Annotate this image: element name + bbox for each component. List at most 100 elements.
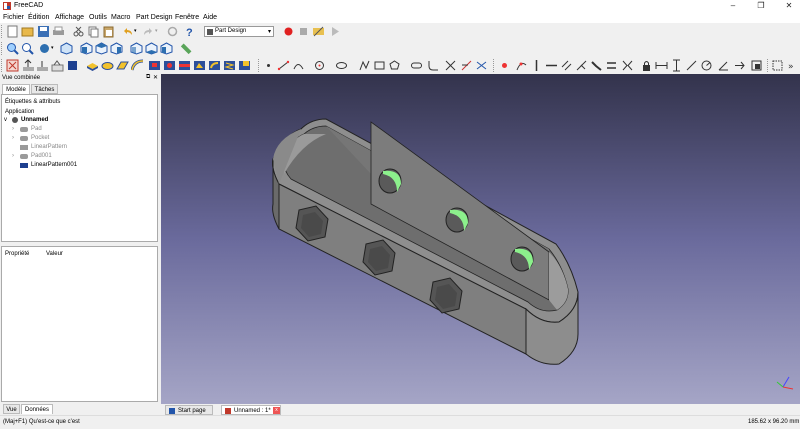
tab-modele[interactable]: Modèle bbox=[2, 84, 30, 94]
tab-vue[interactable]: Vue bbox=[3, 404, 20, 414]
menu-outils[interactable]: Outils bbox=[89, 14, 107, 21]
view-rear-icon[interactable] bbox=[130, 42, 143, 55]
create-sketch-icon[interactable] bbox=[22, 59, 35, 72]
view-left-icon[interactable] bbox=[160, 42, 173, 55]
sketch-rectangle-icon[interactable] bbox=[373, 59, 386, 72]
undo-dropdown-icon[interactable]: ▾ bbox=[134, 28, 137, 34]
tree-item-pad[interactable]: Pad bbox=[31, 126, 42, 132]
draw-style-dropdown-icon[interactable]: ▾ bbox=[51, 45, 54, 51]
expand-arrow-icon[interactable]: v bbox=[4, 117, 7, 123]
view-front-icon[interactable] bbox=[80, 42, 93, 55]
sketch-carbon-copy-icon[interactable] bbox=[475, 59, 488, 72]
record-macro-icon[interactable] bbox=[282, 25, 295, 38]
minimize-button[interactable]: – bbox=[722, 0, 744, 12]
tab-start-page[interactable]: Start page bbox=[165, 405, 213, 415]
open-folder-icon[interactable] bbox=[21, 25, 34, 38]
sketch-arc-icon[interactable] bbox=[292, 59, 305, 72]
menu-fenetre[interactable]: Fenêtre bbox=[175, 14, 199, 21]
constraint-parallel-icon[interactable] bbox=[560, 59, 573, 72]
sketch-view-section-icon[interactable] bbox=[750, 59, 763, 72]
float-panel-icon[interactable]: ⧉ bbox=[146, 74, 150, 81]
constraint-coincident-icon[interactable] bbox=[498, 59, 511, 72]
refresh-icon[interactable] bbox=[166, 25, 179, 38]
maximize-button[interactable]: ❐ bbox=[750, 0, 772, 12]
pad-icon[interactable] bbox=[86, 59, 99, 72]
constraint-distance-icon[interactable] bbox=[685, 59, 698, 72]
toolbar-grip[interactable] bbox=[493, 59, 495, 72]
menu-fichier[interactable]: Fichier bbox=[3, 14, 24, 21]
map-sketch-icon[interactable] bbox=[51, 59, 64, 72]
validate-sketch-icon[interactable] bbox=[36, 59, 49, 72]
constraint-equal-icon[interactable] bbox=[605, 59, 618, 72]
toolbar-grip[interactable] bbox=[1, 59, 3, 72]
view-top-icon[interactable] bbox=[95, 42, 108, 55]
constraint-point-on-object-icon[interactable] bbox=[515, 59, 528, 72]
fit-all-icon[interactable] bbox=[6, 42, 19, 55]
toolbar-more-icon[interactable]: » bbox=[786, 59, 799, 72]
whats-this-icon[interactable]: ? bbox=[184, 25, 197, 38]
stop-macro-icon[interactable] bbox=[297, 25, 310, 38]
sketch-circle-icon[interactable] bbox=[313, 59, 326, 72]
constraint-vertical-icon[interactable] bbox=[530, 59, 543, 72]
menu-edition[interactable]: Édition bbox=[28, 14, 49, 21]
sketch-conic-icon[interactable] bbox=[335, 59, 348, 72]
draw-style-icon[interactable] bbox=[38, 42, 51, 55]
menu-aide[interactable]: Aide bbox=[203, 14, 217, 21]
tree-item-pocket[interactable]: Pocket bbox=[31, 135, 49, 141]
view-bottom-icon[interactable] bbox=[145, 42, 158, 55]
subtractive-helix-icon[interactable] bbox=[223, 59, 236, 72]
toolbar-grip[interactable] bbox=[1, 42, 3, 55]
view-right-icon[interactable] bbox=[110, 42, 123, 55]
run-macro-icon[interactable] bbox=[328, 25, 341, 38]
create-body-icon[interactable] bbox=[6, 59, 19, 72]
hole-highlight[interactable] bbox=[510, 246, 534, 272]
close-panel-icon[interactable]: ✕ bbox=[153, 74, 158, 81]
menu-part-design[interactable]: Part Design bbox=[136, 14, 173, 21]
menu-macro[interactable]: Macro bbox=[111, 14, 130, 21]
hole-highlight[interactable] bbox=[378, 168, 402, 194]
3d-viewport[interactable] bbox=[161, 74, 800, 404]
tree-item-linear-pattern001[interactable]: LinearPattern001 bbox=[31, 162, 77, 168]
collapse-arrow-icon[interactable]: › bbox=[12, 126, 14, 132]
undo-icon[interactable] bbox=[121, 25, 134, 38]
hole-highlight[interactable] bbox=[445, 207, 469, 233]
sketch-fillet-icon[interactable] bbox=[427, 59, 440, 72]
close-button[interactable]: ✕ bbox=[778, 0, 800, 12]
tree-item-document[interactable]: Unnamed bbox=[21, 117, 48, 123]
sketch-polyline-icon[interactable] bbox=[358, 59, 371, 72]
select-elements-icon[interactable] bbox=[771, 59, 784, 72]
constraint-vertical-distance-icon[interactable] bbox=[670, 59, 683, 72]
fit-selection-icon[interactable] bbox=[21, 42, 34, 55]
copy-icon[interactable] bbox=[87, 25, 100, 38]
hole-icon[interactable] bbox=[163, 59, 176, 72]
pocket-icon[interactable] bbox=[148, 59, 161, 72]
sketch-trim-icon[interactable] bbox=[444, 59, 457, 72]
cut-icon[interactable] bbox=[72, 25, 85, 38]
sketch-line-icon[interactable] bbox=[277, 59, 290, 72]
constraint-tangent-icon[interactable] bbox=[590, 59, 603, 72]
subtractive-primitive-icon[interactable] bbox=[238, 59, 251, 72]
sketch-slot-icon[interactable] bbox=[410, 59, 423, 72]
subtractive-loft-icon[interactable] bbox=[193, 59, 206, 72]
sketch-point-icon[interactable] bbox=[262, 59, 275, 72]
toolbar-grip[interactable] bbox=[1, 25, 3, 38]
collapse-arrow-icon[interactable]: › bbox=[12, 153, 14, 159]
3d-model[interactable] bbox=[161, 74, 800, 404]
constraint-lock-icon[interactable] bbox=[640, 59, 653, 72]
toolbar-grip[interactable] bbox=[258, 59, 260, 72]
redo-dropdown-icon[interactable]: ▾ bbox=[155, 28, 158, 34]
constraint-horizontal-icon[interactable] bbox=[545, 59, 558, 72]
workbench-selector[interactable]: Part Design ▾ bbox=[204, 26, 274, 37]
constraint-perpendicular-icon[interactable] bbox=[575, 59, 588, 72]
subtractive-pipe-icon[interactable] bbox=[208, 59, 221, 72]
tab-unnamed[interactable]: Unnamed : 1* x bbox=[221, 405, 281, 415]
menu-affichage[interactable]: Affichage bbox=[55, 14, 84, 21]
sketch-external-icon[interactable] bbox=[460, 59, 473, 72]
tree-item-linear-pattern[interactable]: LinearPattern bbox=[31, 144, 67, 150]
tab-donnees[interactable]: Données bbox=[21, 404, 53, 414]
collapse-arrow-icon[interactable]: › bbox=[12, 135, 14, 141]
tree-item-pad001[interactable]: Pad001 bbox=[31, 153, 52, 159]
constraint-angle-icon[interactable] bbox=[717, 59, 730, 72]
clone-icon[interactable] bbox=[66, 59, 79, 72]
toggle-driving-icon[interactable] bbox=[733, 59, 746, 72]
